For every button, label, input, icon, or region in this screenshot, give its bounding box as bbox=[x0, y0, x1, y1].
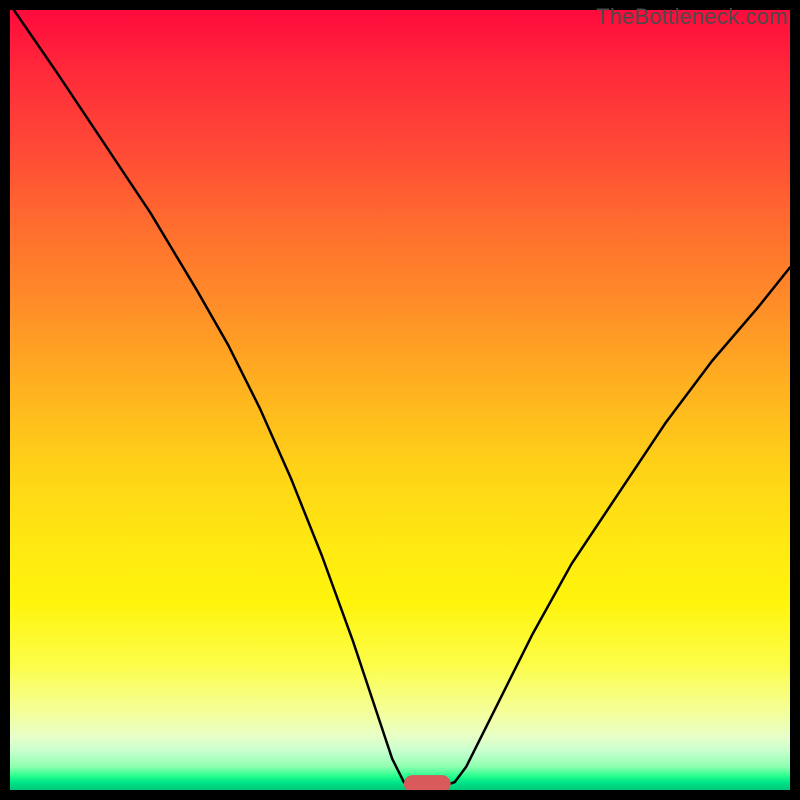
chart-frame: TheBottleneck.com bbox=[0, 0, 800, 800]
watermark-text: TheBottleneck.com bbox=[596, 4, 788, 30]
optimal-marker bbox=[404, 775, 451, 790]
bottleneck-curve bbox=[14, 10, 790, 786]
plot-area bbox=[10, 10, 790, 790]
chart-svg bbox=[10, 10, 790, 790]
